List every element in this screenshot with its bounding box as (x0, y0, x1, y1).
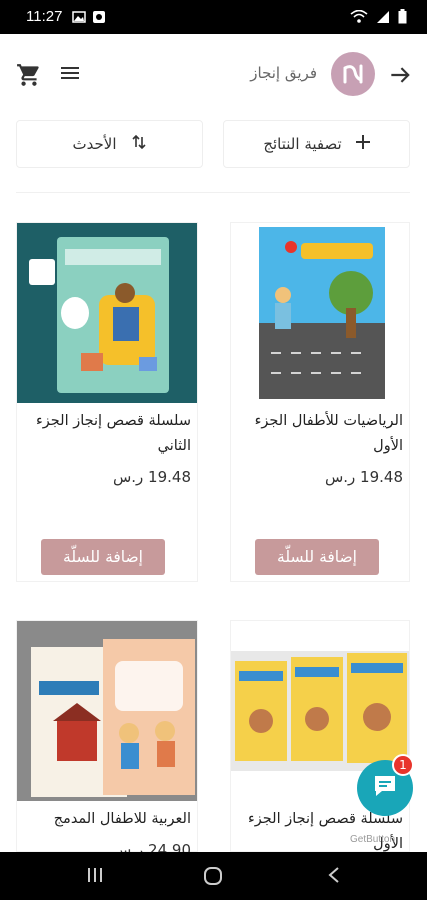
store-name[interactable]: فريق إنجاز (250, 64, 317, 82)
system-nav-bar (0, 852, 427, 900)
chat-bubble-icon (372, 774, 398, 802)
notification-icon (92, 9, 106, 28)
product-price: 19.48 ر.س (112, 468, 191, 486)
product-card[interactable]: سلسلة قصص إنجاز الجزء الأول (230, 620, 410, 852)
store-logo[interactable] (331, 52, 375, 96)
filter-results-button[interactable]: تصفية النتائج (223, 120, 410, 168)
menu-icon[interactable] (60, 65, 80, 85)
back-arrow-icon[interactable] (387, 62, 413, 92)
back-nav-icon[interactable] (326, 866, 342, 888)
signal-icon (376, 9, 390, 28)
product-price: 19.48 ر.س (324, 468, 403, 486)
status-bar: 11:27 (0, 0, 427, 34)
app-header: فريق إنجاز (0, 34, 427, 116)
status-time: 11:27 (26, 8, 63, 25)
plus-icon (355, 135, 370, 153)
gallery-icon (72, 9, 86, 28)
sort-button[interactable]: الأحدث (16, 120, 203, 168)
cart-icon[interactable] (16, 62, 42, 92)
sort-arrows-icon (131, 134, 147, 154)
product-image[interactable] (231, 223, 409, 403)
product-card[interactable]: سلسلة قصص إنجاز الجزء الثاني 19.48 ر.س إ… (16, 222, 198, 582)
home-icon[interactable] (203, 866, 223, 890)
divider (16, 192, 410, 193)
powered-by-label: GetButton (350, 834, 396, 845)
filter-bar: الأحدث تصفية النتائج (16, 120, 410, 168)
wifi-icon (350, 9, 368, 28)
filter-label: تصفية النتائج (263, 135, 342, 153)
product-card[interactable]: العربية للاطفال المدمج 24.90 ر.س (16, 620, 198, 859)
product-image[interactable] (17, 621, 197, 801)
chat-badge: 1 (392, 754, 414, 776)
add-to-cart-button[interactable]: إضافة للسلّة (41, 539, 165, 575)
battery-icon (398, 9, 407, 28)
product-card[interactable]: الرياضيات للأطفال الجزء الأول 19.48 ر.س … (230, 222, 410, 582)
product-title[interactable]: سلسلة قصص إنجاز الجزء الثاني (23, 409, 191, 459)
product-title[interactable]: الرياضيات للأطفال الجزء الأول (237, 409, 403, 459)
product-image[interactable] (17, 223, 197, 403)
sort-label: الأحدث (72, 135, 117, 153)
recent-apps-icon[interactable] (86, 866, 104, 888)
product-title[interactable]: العربية للاطفال المدمج (23, 807, 191, 832)
add-to-cart-button[interactable]: إضافة للسلّة (255, 539, 379, 575)
